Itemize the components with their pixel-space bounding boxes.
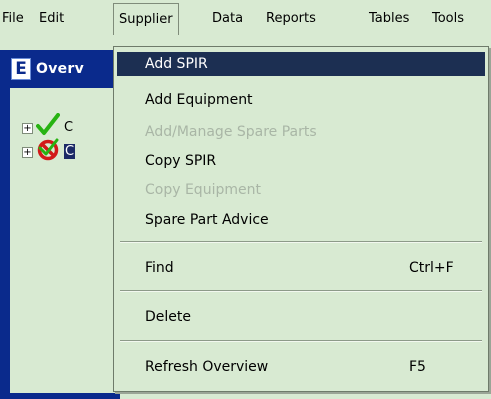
menu-reports[interactable]: Reports — [266, 11, 316, 27]
tree-node-label: C — [64, 144, 76, 159]
menu-file[interactable]: File — [2, 11, 24, 27]
tree-node-label: C — [64, 120, 74, 135]
prohibited-icon — [37, 138, 59, 161]
menu-item-label: Add Equipment — [145, 92, 253, 108]
overview-window: E Overv + C + C — [0, 50, 122, 399]
menu-supplier[interactable]: Supplier — [113, 3, 179, 35]
menu-separator — [120, 241, 482, 243]
menu-item-label: Delete — [145, 309, 191, 325]
menu-item-shortcut: F5 — [409, 359, 426, 375]
menu-item-find[interactable]: Find Ctrl+F — [117, 256, 485, 280]
menu-item-label: Add SPIR — [145, 56, 208, 72]
checkmark-icon — [36, 113, 60, 135]
menu-item-label: Find — [145, 260, 174, 276]
expand-icon[interactable]: + — [22, 123, 33, 134]
menu-item-delete[interactable]: Delete — [117, 305, 485, 329]
menu-item-spare-part-advice[interactable]: Spare Part Advice — [117, 208, 485, 232]
window-title: Overv — [36, 61, 85, 77]
menu-data[interactable]: Data — [212, 11, 243, 27]
menu-item-label: Refresh Overview — [145, 359, 269, 375]
menu-item-label: Copy SPIR — [145, 153, 217, 169]
menu-tools[interactable]: Tools — [432, 11, 464, 27]
menu-item-copy-spir[interactable]: Copy SPIR — [117, 149, 485, 173]
window-titlebar[interactable]: E Overv — [8, 54, 120, 84]
menu-item-label: Spare Part Advice — [145, 212, 269, 228]
menu-item-label: Add/Manage Spare Parts — [145, 124, 317, 140]
menu-separator — [120, 340, 482, 342]
app-icon: E — [11, 58, 31, 80]
menu-item-add-spir[interactable]: Add SPIR — [117, 52, 485, 76]
expand-icon[interactable]: + — [22, 147, 33, 158]
menu-separator — [120, 290, 482, 292]
menu-item-add-equipment[interactable]: Add Equipment — [117, 88, 485, 112]
menu-edit[interactable]: Edit — [39, 11, 64, 27]
menu-item-shortcut: Ctrl+F — [409, 260, 454, 276]
overview-tree: + C + C — [8, 88, 122, 393]
menu-bar: File Edit Supplier Data Reports Tables T… — [0, 0, 491, 35]
menu-item-add-manage-spare-parts: Add/Manage Spare Parts — [117, 120, 485, 144]
menu-item-label: Copy Equipment — [145, 182, 261, 198]
supplier-dropdown-menu: Add SPIR Add Equipment Add/Manage Spare … — [113, 46, 489, 392]
menu-item-refresh-overview[interactable]: Refresh Overview F5 — [117, 355, 485, 379]
menu-tables[interactable]: Tables — [369, 11, 409, 27]
menu-item-copy-equipment: Copy Equipment — [117, 178, 485, 202]
